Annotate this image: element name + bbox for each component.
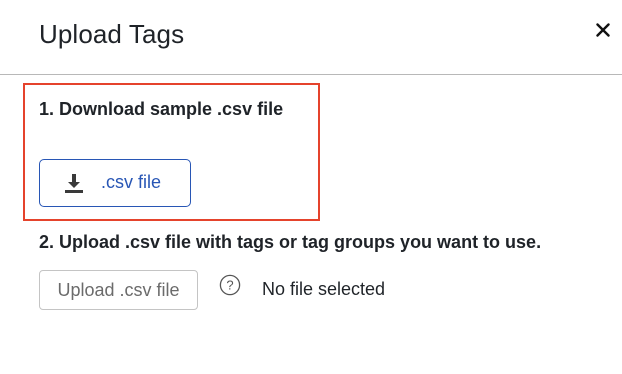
upload-csv-button[interactable]: Upload .csv file	[39, 270, 198, 310]
step1-label: 1. Download sample .csv file	[39, 99, 284, 119]
header-divider	[0, 74, 622, 75]
svg-text:?: ?	[226, 278, 233, 293]
close-icon	[596, 23, 610, 37]
download-sample-csv-button[interactable]: .csv file	[39, 159, 191, 207]
dialog-title: Upload Tags	[39, 19, 185, 49]
download-button-label: .csv file	[101, 172, 162, 192]
close-button[interactable]	[591, 18, 615, 42]
help-icon[interactable]: ?	[219, 274, 241, 296]
step2-label: 2. Upload .csv file with tags or tag gro…	[39, 232, 542, 252]
download-icon	[65, 174, 83, 193]
upload-tags-dialog: Upload Tags 1. Download sample .csv file…	[0, 0, 622, 374]
file-status-text: No file selected	[262, 279, 386, 299]
